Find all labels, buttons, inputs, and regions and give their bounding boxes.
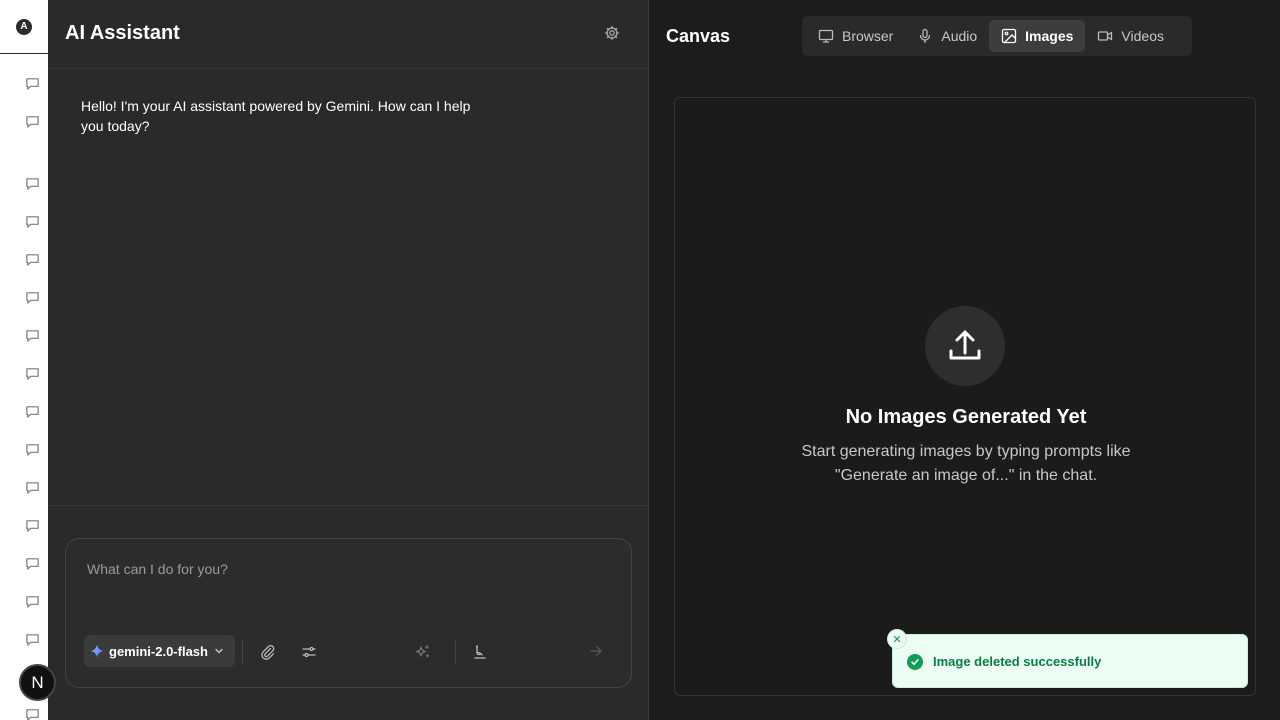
- chat-icon: [25, 253, 39, 266]
- tab-label: Browser: [842, 28, 894, 44]
- chat-icon: [25, 557, 39, 570]
- chat-history-item[interactable]: [23, 592, 41, 610]
- chat-history-item[interactable]: [23, 478, 41, 496]
- chat-history-item[interactable]: [23, 440, 41, 458]
- model-name: gemini-2.0-flash: [109, 643, 208, 659]
- draw-button[interactable]: [470, 642, 490, 662]
- logo-icon: A: [16, 18, 32, 35]
- microphone-icon: [920, 28, 931, 44]
- sparkles-icon: [415, 644, 430, 658]
- chat-icon: [25, 77, 39, 90]
- chat-icon: [25, 291, 39, 304]
- model-selector[interactable]: gemini-2.0-flash: [84, 635, 235, 667]
- upload-icon: [949, 330, 981, 360]
- chat-title: AI Assistant: [65, 22, 180, 44]
- canvas-tabs: Browser Audio Images Videos: [802, 16, 1192, 56]
- assistant-message: Hello! I'm your AI assistant powered by …: [81, 98, 471, 134]
- chat-history-item[interactable]: [23, 705, 41, 720]
- chat-icon: [25, 367, 39, 380]
- chat-history-item[interactable]: [23, 74, 41, 92]
- paperclip-icon: [261, 644, 275, 660]
- chat-divider: [48, 505, 649, 506]
- toast-message: Image deleted successfully: [933, 654, 1102, 669]
- check-circle-icon: [907, 654, 923, 670]
- chat-history-item[interactable]: [23, 516, 41, 534]
- tab-browser[interactable]: Browser: [806, 20, 905, 52]
- arrow-right-icon: [590, 646, 602, 656]
- attach-button[interactable]: [258, 642, 278, 662]
- toolbar-divider: [242, 639, 243, 665]
- tab-images[interactable]: Images: [989, 20, 1086, 52]
- chat-history-item[interactable]: [23, 364, 41, 382]
- empty-state-description: Start generating images by typing prompt…: [801, 443, 1131, 484]
- tab-label: Images: [1025, 28, 1074, 44]
- toolbar-divider: [455, 639, 456, 665]
- canvas-panel: Canvas Browser Audio Images Videos No Im…: [650, 0, 1280, 720]
- options-button[interactable]: [299, 642, 319, 662]
- image-icon: [1002, 28, 1017, 44]
- chat-history-item[interactable]: [23, 554, 41, 572]
- send-button[interactable]: [583, 638, 609, 664]
- chat-icon: [25, 115, 39, 128]
- chat-header: AI Assistant: [48, 0, 648, 69]
- brush-icon: [474, 645, 486, 659]
- chat-history-item[interactable]: [23, 326, 41, 344]
- enhance-button[interactable]: [413, 642, 433, 662]
- chat-icon: [25, 329, 39, 342]
- image-canvas: No Images Generated Yet Start generating…: [674, 97, 1256, 696]
- sidebar-rail: A: [0, 0, 48, 720]
- chat-icon: [25, 519, 39, 532]
- chat-icon: [25, 443, 39, 456]
- close-icon: [893, 635, 901, 643]
- chat-icon: [25, 177, 39, 190]
- gemini-sparkle-icon: [90, 644, 104, 658]
- prompt-input[interactable]: [87, 557, 587, 581]
- chat-icon: [25, 215, 39, 228]
- chevron-down-icon: [215, 648, 223, 654]
- upload-button[interactable]: [925, 306, 1005, 386]
- chat-icon: [25, 481, 39, 494]
- chat-history-item[interactable]: [23, 112, 41, 130]
- sliders-icon: [302, 646, 316, 658]
- settings-button[interactable]: [604, 25, 620, 41]
- chat-panel: AI Assistant Hello! I'm your AI assistan…: [48, 0, 649, 720]
- tab-audio[interactable]: Audio: [905, 20, 989, 52]
- user-avatar[interactable]: N: [19, 664, 56, 701]
- chat-history-item[interactable]: [23, 402, 41, 420]
- chat-icon: [25, 633, 39, 646]
- monitor-icon: [818, 29, 834, 43]
- chat-history-item[interactable]: [23, 288, 41, 306]
- empty-state-title: No Images Generated Yet: [845, 406, 1087, 428]
- tab-label: Audio: [941, 28, 978, 44]
- tab-videos[interactable]: Videos: [1085, 20, 1176, 52]
- chat-history-item[interactable]: [23, 174, 41, 192]
- chat-icon: [25, 595, 39, 608]
- canvas-title: Canvas: [666, 26, 731, 46]
- chat-history-item[interactable]: [23, 212, 41, 230]
- chat-history-item[interactable]: [23, 250, 41, 268]
- toast-close-button[interactable]: [887, 629, 907, 649]
- video-icon: [1098, 31, 1113, 41]
- gear-icon: [604, 25, 620, 41]
- app-logo[interactable]: A: [0, 0, 48, 54]
- chat-icon: [25, 405, 39, 418]
- tab-label: Videos: [1121, 28, 1164, 44]
- chat-icon: [25, 708, 39, 720]
- composer: gemini-2.0-flash: [65, 538, 632, 688]
- chat-history-item[interactable]: [23, 630, 41, 648]
- success-toast: Image deleted successfully: [887, 629, 1248, 688]
